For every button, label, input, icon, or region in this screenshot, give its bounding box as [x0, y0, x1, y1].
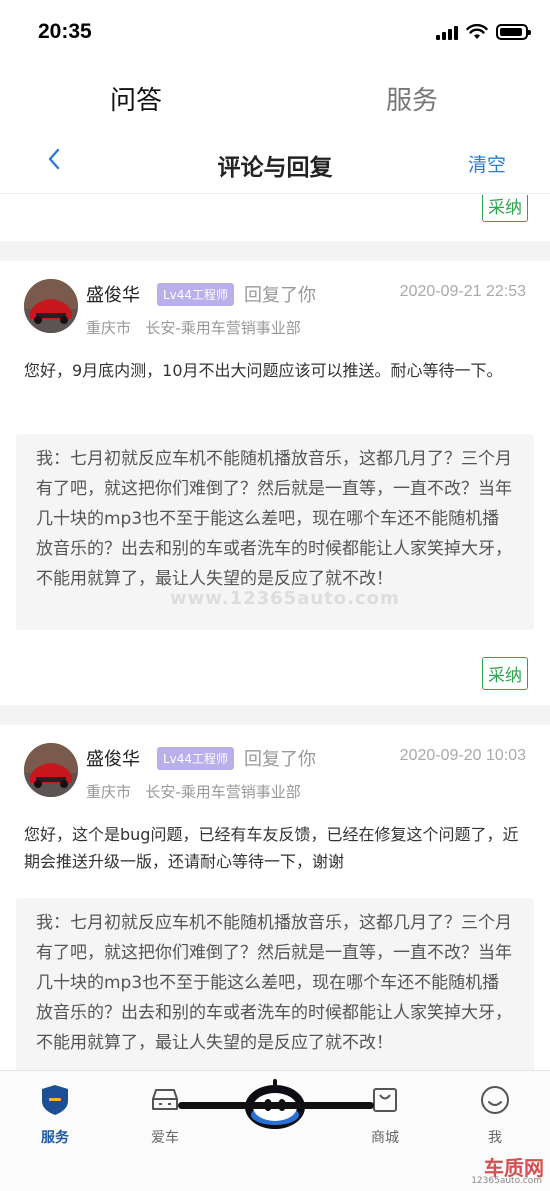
top-tabs: 问答 服务: [0, 72, 550, 122]
adopt-button[interactable]: 采纳: [482, 195, 528, 222]
timestamp: 2020-09-21 22:53: [399, 283, 526, 300]
user-location: 重庆市 长安-乘用车营销事业部: [86, 317, 301, 338]
battery-icon: [496, 24, 531, 40]
tab-service[interactable]: 服务: [386, 80, 438, 117]
car-avatar-image: [24, 279, 78, 333]
timestamp: 2020-09-20 10:03: [399, 747, 526, 764]
bottom-tab-bar: 服务 爱车 商城 我: [0, 1070, 550, 1191]
comment-feed[interactable]: 采纳 盛俊华 Lv44工程师 回复了你 2020-09-21 22:53 重庆市…: [0, 195, 550, 1070]
cellular-signal-icon: [436, 24, 458, 40]
status-icons: [436, 24, 531, 40]
reply-text: 您好，这个是bug问题，已经有车友反馈，已经在修复这个问题了，近期会推送升级一版…: [24, 825, 519, 871]
car-avatar-image: [24, 743, 78, 797]
car-icon: [152, 1089, 178, 1110]
level-badge: Lv44工程师: [157, 747, 235, 770]
city: 重庆市: [86, 783, 132, 801]
status-bar: 20:35: [0, 0, 550, 66]
tab-me[interactable]: 我: [455, 1083, 535, 1147]
watermark-text: www.12365auto.com: [170, 588, 400, 609]
partial-card: 采纳: [0, 195, 550, 241]
tab-qa[interactable]: 问答: [110, 80, 162, 117]
user-location: 重庆市 长安-乘用车营销事业部: [86, 781, 301, 802]
level-badge: Lv44工程师: [157, 283, 235, 306]
reply-action: 回复了你: [244, 285, 316, 306]
smiley-profile-icon: [481, 1086, 509, 1114]
battery-level: [500, 28, 522, 36]
reply-text: 您好，9月底内测，10月不出大问题应该可以推送。耐心等待一下。: [24, 361, 503, 380]
clear-button[interactable]: 清空: [468, 150, 506, 177]
divider: [0, 705, 550, 725]
reply-action: 回复了你: [244, 749, 316, 770]
status-time: 20:35: [38, 20, 92, 43]
shopping-bag-icon: [373, 1088, 397, 1112]
organization: 长安-乘用车营销事业部: [145, 783, 301, 801]
tab-service-bottom[interactable]: 服务: [15, 1083, 95, 1147]
avatar[interactable]: [24, 279, 78, 333]
tab-label: 我: [488, 1130, 502, 1146]
divider: [0, 241, 550, 261]
tab-mall[interactable]: 商城: [345, 1083, 425, 1147]
watermark-logo-sub: 12365auto.com: [471, 1176, 542, 1186]
service-icon: [42, 1085, 68, 1115]
reply-card: 盛俊华 Lv44工程师 回复了你 2020-09-21 22:53 重庆市 长安…: [0, 261, 550, 705]
nav-bar: 评论与回复 清空: [0, 132, 550, 194]
tab-label: 服务: [41, 1130, 69, 1146]
home-indicator[interactable]: [178, 1102, 374, 1109]
tab-label: 爱车: [151, 1130, 179, 1146]
adopt-button[interactable]: 采纳: [482, 657, 528, 690]
tab-car[interactable]: 爱车: [125, 1083, 205, 1147]
city: 重庆市: [86, 319, 132, 337]
username[interactable]: 盛俊华: [86, 281, 140, 307]
wifi-icon: [466, 24, 488, 39]
quoted-question[interactable]: 我：七月初就反应车机不能随机播放音乐，这都几月了？三个月有了吧，就这把你们难倒了…: [16, 898, 534, 1070]
tab-label: 商城: [371, 1130, 399, 1146]
organization: 长安-乘用车营销事业部: [145, 319, 301, 337]
avatar[interactable]: [24, 743, 78, 797]
reply-card: 盛俊华 Lv44工程师 回复了你 2020-09-20 10:03 重庆市 长安…: [0, 725, 550, 1070]
username[interactable]: 盛俊华: [86, 745, 140, 771]
